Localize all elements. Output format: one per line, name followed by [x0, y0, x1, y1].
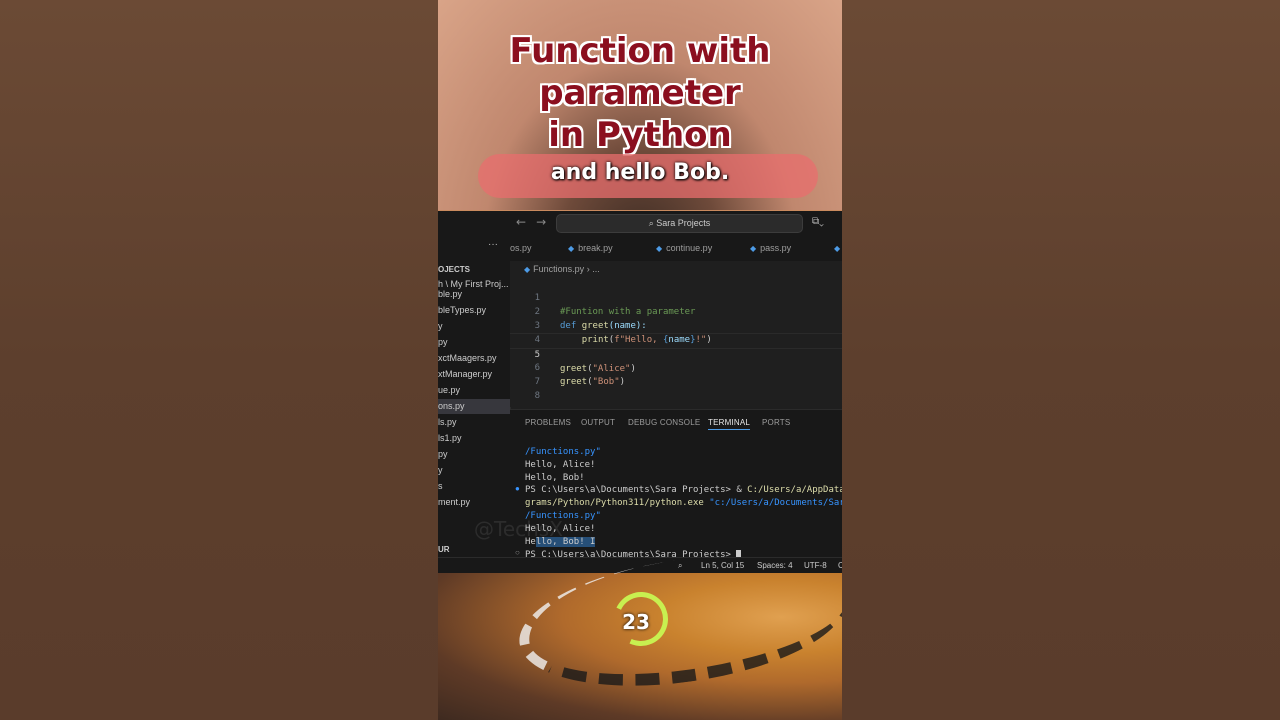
python-file-icon: ◆: [750, 244, 757, 253]
python-file-icon: ◆: [568, 244, 575, 253]
background-right: [842, 0, 1280, 720]
code-line: 3 print(f"Hello, {name}!"): [510, 305, 842, 345]
counter-number: 23: [622, 610, 650, 634]
explorer-section-header[interactable]: OJECTS: [438, 265, 470, 274]
background-left: [0, 0, 438, 720]
python-file-icon: ◆: [524, 265, 531, 274]
code-editor[interactable]: ◆ Functions.py › ... 1 #Funtion with a pa…: [510, 261, 842, 407]
terminal-path: C:/Users/a/AppData: [747, 485, 842, 495]
explorer-item[interactable]: ue.py: [438, 385, 460, 395]
code-line: 6 greet("Bob"): [510, 347, 842, 387]
line-number: 8: [534, 391, 540, 401]
tab-terminal[interactable]: TERMINAL: [708, 418, 751, 430]
explorer-item-folder[interactable]: h \ My First Proj...: [438, 279, 509, 289]
explorer-item[interactable]: ble.py: [438, 289, 462, 299]
breadcrumb-file[interactable]: Functions.py: [533, 264, 584, 274]
tab-ports[interactable]: PORTS: [762, 418, 790, 427]
python-file-icon: ◆: [834, 244, 841, 253]
tab-problems[interactable]: PROBLEMS: [525, 418, 571, 427]
explorer-item[interactable]: ls1.py: [438, 433, 462, 443]
code-line: 4: [510, 319, 842, 345]
title-line-3: in Python: [548, 115, 732, 155]
title-line-2: parameter: [539, 73, 741, 113]
terminal-text: /Functions.py": [525, 447, 601, 457]
explorer-item[interactable]: y: [438, 321, 443, 331]
more-actions-icon[interactable]: ···: [488, 239, 498, 250]
tab-file-partial[interactable]: ◆: [834, 235, 842, 261]
code-line: 8: [510, 375, 842, 401]
watermark: @TechsX: [474, 517, 563, 541]
explorer-item[interactable]: bleTypes.py: [438, 305, 486, 315]
outline-section-header[interactable]: UR: [438, 545, 450, 554]
breadcrumb-more[interactable]: ...: [592, 264, 600, 274]
video-frame: Function with parameter in Python and he…: [438, 0, 842, 720]
terminal-line: Hello, Alice!: [525, 460, 596, 470]
terminal-line: PS C:\Users\a\Documents\Sara Projects> &…: [525, 484, 842, 497]
explorer-item[interactable]: s: [438, 481, 443, 491]
search-label: Sara Projects: [656, 218, 711, 228]
status-item-cut[interactable]: C: [838, 561, 842, 570]
code-line: 1 #Funtion with a parameter: [510, 277, 842, 317]
vscode-window: ← → ⌕ Sara Projects ⧉⌄ ··· OJECTS h \ My …: [438, 210, 842, 575]
nav-arrows: ← →: [516, 215, 556, 229]
title-bar: ← → ⌕ Sara Projects ⧉⌄: [438, 211, 842, 235]
explorer-item[interactable]: xctMaagers.py: [438, 353, 497, 363]
tab-file[interactable]: ◆ break.py: [568, 235, 613, 261]
explorer-item[interactable]: py: [438, 337, 448, 347]
breadcrumb: ◆ Functions.py › ...: [524, 264, 600, 274]
video-title: Function with parameter in Python: [438, 30, 842, 156]
terminal-line: grams/Python/Python311/python.exe "c:/Us…: [525, 497, 842, 510]
tab-label: break.py: [578, 243, 613, 253]
breadcrumb-separator: ›: [584, 264, 593, 274]
command-center-search[interactable]: ⌕ Sara Projects: [556, 214, 803, 233]
tab-file[interactable]: os.py: [510, 235, 532, 261]
explorer-item-active[interactable]: ons.py: [438, 399, 510, 414]
tab-label: os.py: [510, 243, 532, 253]
python-file-icon: ◆: [656, 244, 663, 253]
explorer-item[interactable]: ls.py: [438, 417, 457, 427]
terminal-path: grams/Python/Python311/python.exe: [525, 498, 710, 508]
code-line: 2 def greet(name):: [510, 291, 842, 331]
terminal-prompt: PS C:\Users\a\Documents\Sara Projects> &: [525, 485, 748, 495]
explorer-item[interactable]: y: [438, 465, 443, 475]
tab-file[interactable]: ◆ continue.py: [656, 235, 712, 261]
tab-debug-console[interactable]: DEBUG CONSOLE: [628, 418, 700, 427]
tab-output[interactable]: OUTPUT: [581, 418, 615, 427]
terminal-line: /Functions.py": [525, 446, 601, 459]
terminal-arg: "c:/Users/a/Documents/Sar: [709, 498, 842, 508]
command-success-icon: ●: [515, 484, 520, 493]
explorer-item[interactable]: xtManager.py: [438, 369, 492, 379]
copilot-icon[interactable]: ⧉⌄: [812, 216, 824, 227]
command-pending-icon: ○: [515, 548, 520, 557]
subtitle-caption: and hello Bob.: [550, 160, 730, 185]
forward-arrow-icon[interactable]: →: [536, 215, 546, 229]
text-cursor-icon: I: [584, 537, 596, 547]
code-line: 7: [510, 361, 842, 387]
title-line-1: Function with: [509, 31, 771, 71]
explorer-item[interactable]: ment.py: [438, 497, 470, 507]
explorer-item[interactable]: py: [438, 449, 448, 459]
tab-file[interactable]: ◆ pass.py: [750, 235, 791, 261]
editor-tabs: os.py ◆ break.py ◆ continue.py ◆ pass.py ◆: [510, 235, 842, 262]
tab-label: pass.py: [760, 243, 792, 253]
back-arrow-icon[interactable]: ←: [516, 215, 526, 229]
tab-label: continue.py: [666, 243, 713, 253]
